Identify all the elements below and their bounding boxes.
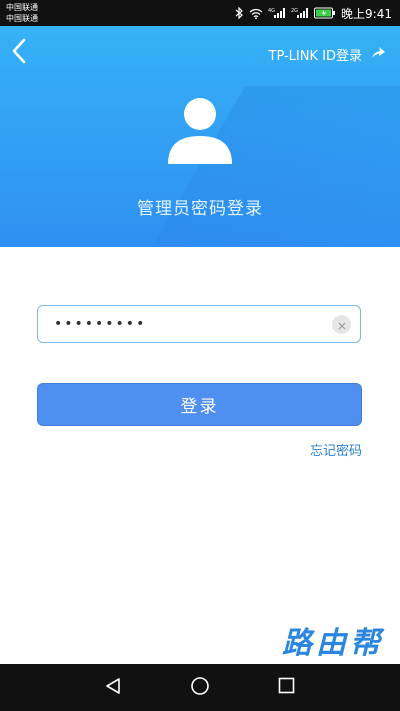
wifi-icon (249, 8, 263, 19)
carrier-label-2: 中国联通 (6, 14, 38, 23)
bluetooth-icon (235, 7, 244, 19)
swipe-up-arrow-icon (370, 45, 386, 64)
header: TP-LINK ID登录 管理员密码登录 (0, 26, 400, 247)
status-time: 晚上9:41 (341, 6, 392, 21)
watermark-logo: 路由帮 (282, 626, 384, 661)
status-icons: 4G 2G 晚上9:41 (235, 0, 392, 26)
back-button[interactable] (4, 36, 34, 70)
carrier-label-1: 中国联通 (6, 3, 38, 12)
nav-back-button[interactable] (93, 668, 133, 708)
password-field[interactable] (37, 305, 361, 343)
header-light-ray (94, 86, 400, 247)
page-title: 管理员密码登录 (137, 199, 263, 219)
back-chevron-icon (11, 38, 27, 68)
tplink-id-login-link[interactable]: TP-LINK ID登录 (269, 40, 387, 68)
battery-icon (314, 7, 336, 19)
recents-square-icon (278, 677, 295, 698)
4g-signal-icon: 4G (268, 7, 286, 19)
2g-signal-icon: 2G (291, 7, 309, 19)
signal-label-4g: 4G (268, 8, 275, 14)
nav-home-button[interactable] (180, 668, 220, 708)
clear-icon (338, 315, 346, 334)
back-triangle-icon (104, 677, 122, 699)
navigation-bar (0, 664, 400, 711)
signal-label-2g: 2G (291, 8, 298, 14)
status-bar: 中国联通 中国联通 4G 2G 晚上9:41 (0, 0, 400, 26)
password-input[interactable] (54, 306, 324, 342)
nav-recents-button[interactable] (267, 668, 307, 708)
tplink-id-login-label: TP-LINK ID登录 (268, 48, 363, 64)
user-avatar-icon (165, 96, 235, 166)
login-button[interactable]: 登录 (37, 383, 362, 426)
home-circle-icon (190, 676, 210, 700)
clear-button[interactable] (332, 315, 351, 334)
forgot-password-link[interactable]: 忘记密码 (310, 440, 362, 459)
